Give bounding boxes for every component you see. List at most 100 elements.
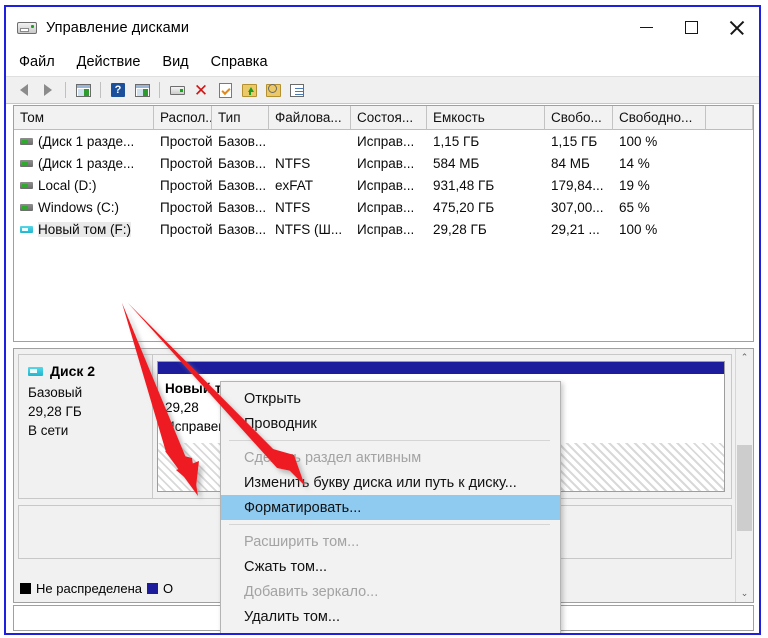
- cell-type: Базов...: [218, 177, 267, 193]
- volume-label: Новый том (F:): [38, 221, 131, 237]
- legend-label-primary: О: [163, 581, 174, 596]
- column-header-8[interactable]: Свободно...: [613, 106, 706, 130]
- cell-filesystem: NTFS (Ш...: [275, 221, 343, 237]
- cell-layout: Простой: [160, 221, 212, 237]
- disk-name: Диск 2: [50, 363, 96, 379]
- check-disk-icon[interactable]: [214, 80, 236, 100]
- cell-layout: Простой: [160, 133, 212, 149]
- table-row[interactable]: Windows (C:) Простой Базов... NTFS Исправ...…: [14, 196, 753, 218]
- table-header-row: Том Распол... Тип Файлова... Состоя... Емкост…: [14, 106, 753, 130]
- delete-icon[interactable]: ✕: [190, 80, 212, 100]
- volume-label: Windows (C:): [38, 199, 120, 215]
- menu-separator: [229, 440, 550, 441]
- maximize-button[interactable]: [669, 7, 714, 48]
- menu-action[interactable]: Действие: [75, 52, 143, 72]
- rescan-disks-icon[interactable]: [262, 80, 284, 100]
- column-header-5[interactable]: Состоя...: [351, 106, 427, 130]
- screenshot-root: Управление дисками Файл Действие Вид Спр…: [0, 0, 768, 638]
- vertical-scrollbar[interactable]: ⌃ ⌄: [735, 349, 753, 602]
- cell-type: Базов...: [218, 155, 267, 171]
- disk-size: 29,28 ГБ: [28, 404, 82, 419]
- disk-properties-icon[interactable]: [166, 80, 188, 100]
- toolbar: ? ✕: [6, 76, 759, 104]
- cell-status: Исправ...: [357, 177, 415, 193]
- context-menu-item[interactable]: Сжать том...: [221, 554, 560, 579]
- cell-type: Базов...: [218, 221, 267, 237]
- cell-free_percent: 19 %: [619, 177, 650, 193]
- cell-free: 84 МБ: [551, 155, 590, 171]
- volume-label: (Диск 1 разде...: [38, 155, 135, 171]
- disk-drive-icon: [17, 20, 37, 35]
- volume-icon-cyan: [20, 225, 33, 233]
- volume-label: Local (D:): [38, 177, 97, 193]
- legend-label-unallocated: Не распределена: [36, 581, 143, 596]
- cell-free: 29,21 ...: [551, 221, 600, 237]
- cell-filesystem: NTFS: [275, 155, 311, 171]
- menu-help[interactable]: Справка: [209, 52, 270, 72]
- toolbar-separator: [65, 82, 66, 98]
- cell-capacity: 475,20 ГБ: [433, 199, 495, 215]
- context-menu-item: Сделать раздел активным: [244, 449, 422, 466]
- cell-free_percent: 100 %: [619, 221, 658, 237]
- cell-volume: Local (D:): [14, 178, 154, 193]
- legend-swatch-unallocated: [20, 583, 31, 594]
- disk-title: Диск 2: [28, 363, 152, 379]
- column-header-1[interactable]: Том: [14, 106, 154, 130]
- table-row[interactable]: Local (D:) Простой Базов... exFAT Исправ... 9…: [14, 174, 753, 196]
- title-bar: Управление дисками: [6, 7, 759, 48]
- column-header-4[interactable]: Файлова...: [269, 106, 351, 130]
- disk-type: Базовый: [28, 385, 83, 400]
- window-title: Управление дисками: [46, 19, 190, 36]
- column-header-9[interactable]: [706, 106, 753, 130]
- column-header-6[interactable]: Емкость: [427, 106, 545, 130]
- scroll-up-button[interactable]: ⌃: [736, 349, 753, 366]
- show-hide-console-tree-icon[interactable]: [72, 80, 94, 100]
- back-icon[interactable]: [13, 80, 35, 100]
- cell-capacity: 1,15 ГБ: [433, 133, 480, 149]
- volume-icon-gray: [20, 159, 33, 167]
- cell-capacity: 931,48 ГБ: [433, 177, 495, 193]
- volume-icon-gray: [20, 181, 33, 189]
- menu-separator: [229, 524, 550, 525]
- window-controls: [624, 7, 759, 48]
- table-row[interactable]: (Диск 1 разде... Простой Базов... NTFS Испра…: [14, 152, 753, 174]
- menu-file[interactable]: Файл: [17, 52, 57, 72]
- column-header-3[interactable]: Тип: [212, 106, 269, 130]
- forward-icon[interactable]: [37, 80, 59, 100]
- cell-type: Базов...: [218, 133, 267, 149]
- cell-free_percent: 65 %: [619, 199, 650, 215]
- close-button[interactable]: [714, 7, 759, 48]
- volume-icon-gray: [20, 137, 33, 145]
- context-menu-item[interactable]: Удалить том...: [221, 604, 560, 629]
- context-menu-item[interactable]: Проводник: [221, 411, 560, 436]
- context-menu-item[interactable]: Форматировать...: [221, 495, 560, 520]
- scrollbar-thumb[interactable]: [737, 445, 752, 531]
- table-row[interactable]: Новый том (F:) Простой Базов... NTFS (Ш... И…: [14, 218, 753, 240]
- minimize-button[interactable]: [624, 7, 669, 48]
- cell-free_percent: 14 %: [619, 155, 650, 171]
- volume-bar-header: [158, 362, 724, 374]
- legend: Не распределена О: [20, 581, 173, 596]
- disk-info-pane[interactable]: Диск 2 Базовый 29,28 ГБ В сети: [19, 355, 153, 498]
- context-menu-item[interactable]: Открыть: [221, 386, 560, 411]
- menu-bar: Файл Действие Вид Справка: [6, 48, 759, 76]
- context-menu-item[interactable]: Изменить букву диска или путь к диску...: [221, 470, 560, 495]
- cell-free: 179,84...: [551, 177, 604, 193]
- scroll-down-button[interactable]: ⌄: [736, 585, 753, 602]
- cell-volume: (Диск 1 разде...: [14, 134, 154, 149]
- menu-view[interactable]: Вид: [160, 52, 190, 72]
- column-header-7[interactable]: Свобо...: [545, 106, 613, 130]
- extend-volume-icon[interactable]: [238, 80, 260, 100]
- column-header-2[interactable]: Распол...: [154, 106, 212, 130]
- menu-separator: [229, 633, 550, 634]
- removable-disk-icon: [28, 366, 43, 376]
- list-view-icon[interactable]: [286, 80, 308, 100]
- cell-status: Исправ...: [357, 199, 415, 215]
- help-icon[interactable]: ?: [107, 80, 129, 100]
- show-action-pane-icon[interactable]: [131, 80, 153, 100]
- legend-swatch-primary: [147, 583, 159, 594]
- table-row[interactable]: (Диск 1 разде... Простой Базов... Исправ...…: [14, 130, 753, 152]
- cell-status: Исправ...: [357, 221, 415, 237]
- toolbar-separator: [100, 82, 101, 98]
- cell-type: Базов...: [218, 199, 267, 215]
